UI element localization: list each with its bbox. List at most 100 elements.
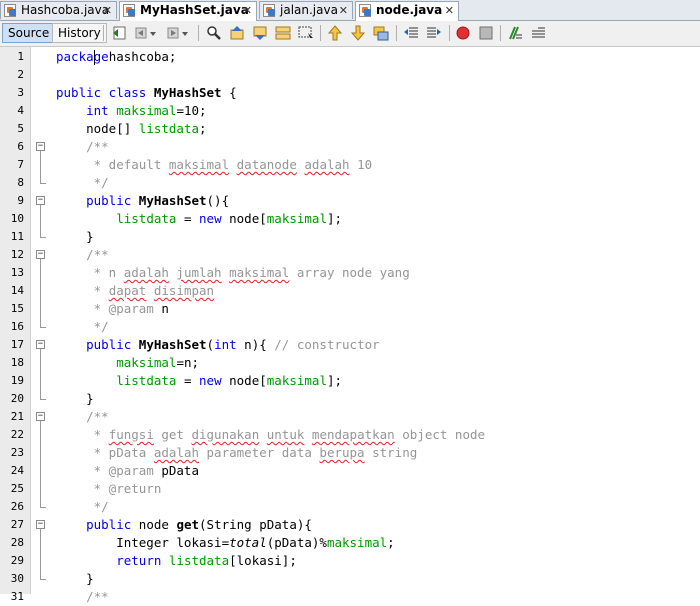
tab-node[interactable]: node.java ✕ [355, 1, 459, 21]
code-token: ; [387, 535, 395, 550]
editor-tab-bar: Hashcoba.java ✕ MyHashSet.java ✕ jalan.j… [0, 0, 700, 21]
code-token: maksimal [116, 355, 177, 370]
history-view-button[interactable]: History [52, 23, 107, 43]
next-bookmark-icon[interactable] [350, 25, 366, 41]
close-tab-icon[interactable]: ✕ [243, 2, 252, 19]
line-number: 22 [10, 428, 24, 441]
fold-toggle-icon[interactable]: − [36, 196, 45, 205]
line-number: 7 [17, 158, 24, 171]
code-token: MyHashSet [138, 337, 207, 352]
start-macro-icon[interactable] [455, 25, 471, 41]
line-number: 9 [17, 194, 24, 207]
code-token: */ [56, 175, 109, 190]
fold-guide [40, 259, 41, 327]
code-token: } [56, 571, 94, 586]
tab-jalan[interactable]: jalan.java ✕ [259, 1, 353, 19]
fold-toggle-icon[interactable]: − [36, 142, 45, 151]
fold-guide [40, 529, 41, 579]
fold-end-mark [40, 507, 46, 508]
code-line: listdata = new node[maksimal]; [56, 210, 342, 228]
text-caret [93, 50, 95, 65]
close-tab-icon[interactable]: ✕ [103, 2, 112, 19]
code-token: get [176, 517, 200, 532]
code-line: /** [56, 408, 109, 426]
fold-toggle-icon[interactable]: − [36, 520, 45, 529]
code-line: * @param pData [56, 462, 199, 480]
code-token: n [161, 301, 169, 316]
code-token: maksimal [326, 535, 388, 550]
code-line: maksimal=n; [56, 354, 199, 372]
find-icon[interactable] [206, 25, 222, 41]
last-edit-icon[interactable] [111, 25, 127, 41]
code-token: adalah [123, 265, 169, 280]
java-file-icon [263, 4, 275, 17]
line-number: 5 [17, 122, 24, 135]
java-file-icon [359, 4, 371, 17]
line-number: 19 [10, 374, 24, 387]
comment-icon[interactable] [507, 25, 523, 41]
code-token: maksimal [168, 157, 230, 172]
toggle-highlight-icon[interactable] [298, 25, 314, 41]
line-number: 14 [10, 284, 24, 297]
code-line: public node get(String pData){ [56, 516, 312, 534]
tab-myhashset[interactable]: MyHashSet.java ✕ [119, 1, 257, 21]
prev-bookmark-icon[interactable] [327, 25, 343, 41]
code-token: * n [56, 265, 124, 280]
tab-hashcoba[interactable]: Hashcoba.java ✕ [0, 1, 117, 19]
code-token: listdata [138, 121, 200, 136]
code-token: // constructor [274, 337, 380, 352]
back-icon[interactable] [135, 25, 156, 41]
code-line: Integer lokasi=total(pData)%maksimal; [56, 534, 395, 552]
fold-toggle-icon[interactable]: − [36, 340, 45, 349]
close-tab-icon[interactable]: ✕ [445, 2, 454, 19]
stop-macro-icon[interactable] [478, 25, 494, 41]
fold-guide [40, 205, 41, 237]
code-token: pData [161, 463, 199, 478]
code-line: int maksimal=10; [56, 102, 206, 120]
code-token: datanode [236, 157, 297, 172]
line-number: 31 [10, 590, 24, 603]
line-number: 13 [10, 266, 24, 279]
line-number: 10 [10, 212, 24, 225]
code-token: public class [56, 85, 154, 100]
code-line: */ [56, 174, 109, 192]
fold-end-mark [40, 237, 46, 238]
line-number: 30 [10, 572, 24, 585]
fold-toggle-icon[interactable]: − [36, 250, 45, 259]
code-token: disimpan [153, 283, 215, 298]
find-selection-icon[interactable] [275, 25, 291, 41]
shift-left-icon[interactable] [403, 25, 419, 41]
toggle-bookmark-icon[interactable] [373, 25, 389, 41]
code-line: * n adalah jumlah maksimal array node ya… [56, 264, 410, 282]
code-token: listdata [116, 373, 177, 388]
find-previous-icon[interactable] [229, 25, 245, 41]
code-token: = [176, 373, 200, 388]
code-token: * default [56, 157, 169, 172]
line-number: 12 [10, 248, 24, 261]
line-number: 6 [17, 140, 24, 153]
code-line: public MyHashSet(int n){ // constructor [56, 336, 380, 354]
code-line: } [56, 570, 94, 588]
code-token: maksimal [116, 103, 177, 118]
line-number: 23 [10, 446, 24, 459]
uncomment-icon[interactable] [530, 25, 546, 41]
forward-icon[interactable] [167, 25, 188, 41]
line-number: 4 [17, 104, 24, 117]
close-tab-icon[interactable]: ✕ [339, 2, 348, 19]
code-line: public class MyHashSet { [56, 84, 237, 102]
fold-toggle-icon[interactable]: − [36, 412, 45, 421]
shift-right-icon[interactable] [426, 25, 442, 41]
editor-toolbar: Source History [0, 21, 700, 47]
fold-guide [40, 349, 41, 399]
code-token: } [56, 229, 94, 244]
find-next-icon[interactable] [252, 25, 268, 41]
code-token: */ [56, 499, 109, 514]
fold-end-mark [40, 327, 46, 328]
source-view-button[interactable]: Source [2, 23, 56, 43]
code-editor[interactable]: packagehashcoba; public class MyHashSet {… [50, 47, 700, 604]
code-token: package [56, 49, 109, 64]
